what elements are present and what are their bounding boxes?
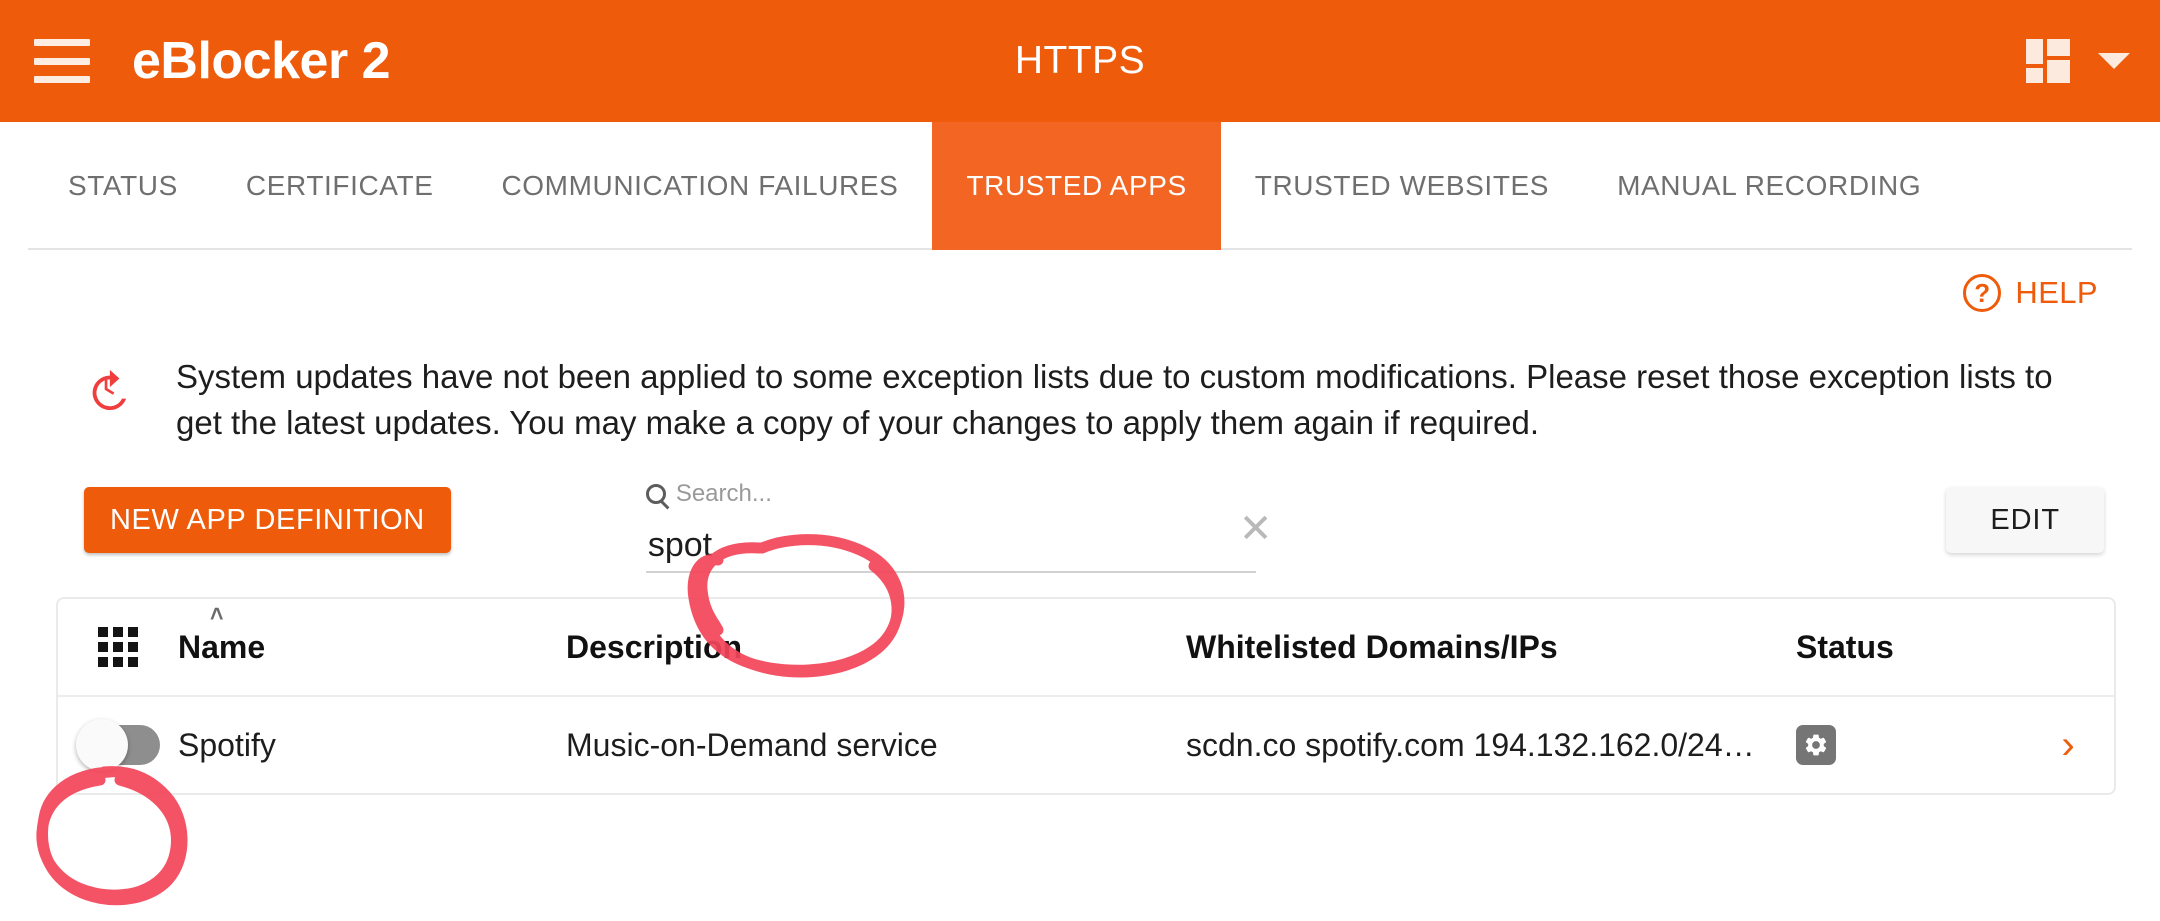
- new-app-definition-button[interactable]: NEW APP DEFINITION: [84, 487, 451, 554]
- table-header-row: ˄ Name Description Whitelisted Domains/I…: [58, 599, 2114, 695]
- row-detail-chevron[interactable]: ›: [2022, 725, 2114, 765]
- hamburger-bar: [34, 76, 90, 83]
- help-row: ? HELP: [0, 250, 2160, 312]
- tab-bar: STATUS CERTIFICATE COMMUNICATION FAILURE…: [0, 122, 2160, 250]
- app-bar: eBlocker 2 HTTPS: [0, 0, 2160, 122]
- gear-icon[interactable]: [1796, 725, 1836, 766]
- hamburger-bar: [34, 57, 90, 65]
- cell-name: Spotify: [178, 726, 276, 763]
- tab-manual-recording[interactable]: MANUAL RECORDING: [1583, 122, 1955, 250]
- cell-status: [1796, 725, 2022, 766]
- close-icon[interactable]: ✕: [1239, 509, 1273, 549]
- app-enable-toggle[interactable]: [76, 719, 160, 772]
- toolbar: NEW APP DEFINITION Search... ✕ EDIT: [0, 445, 2160, 585]
- chevron-down-icon[interactable]: [2098, 53, 2130, 69]
- column-header-domains[interactable]: Whitelisted Domains/IPs: [1186, 629, 1796, 666]
- hamburger-menu-icon[interactable]: [34, 39, 90, 83]
- grid-columns-icon[interactable]: [98, 627, 138, 668]
- column-header-name-label: Name: [178, 628, 266, 665]
- table-row[interactable]: Spotify Music-on-Demand service scdn.co …: [58, 695, 2114, 793]
- search-container: Search... ✕: [645, 479, 1272, 574]
- help-label: HELP: [2015, 275, 2098, 310]
- app-bar-actions: [2026, 39, 2130, 83]
- cell-description: Music-on-Demand service: [566, 726, 938, 763]
- update-history-icon: [84, 366, 130, 417]
- notice-text: System updates have not been applied to …: [176, 358, 2053, 441]
- hamburger-bar: [34, 39, 90, 46]
- search-input[interactable]: [645, 526, 1256, 572]
- search-label: Search...: [645, 479, 1256, 509]
- trusted-apps-table: ˄ Name Description Whitelisted Domains/I…: [56, 597, 2116, 796]
- dashboard-grid-icon[interactable]: [2026, 39, 2070, 83]
- chevron-right-icon: ›: [2061, 723, 2075, 768]
- search-label-text: Search...: [675, 480, 772, 508]
- edit-button[interactable]: EDIT: [1946, 487, 2104, 554]
- app-brand: eBlocker 2: [132, 32, 391, 90]
- tab-trusted-apps[interactable]: TRUSTED APPS: [932, 122, 1221, 250]
- search-icon: [645, 484, 666, 505]
- row-toggle-cell: [58, 719, 178, 772]
- toggle-knob: [76, 719, 128, 772]
- tab-certificate[interactable]: CERTIFICATE: [212, 122, 468, 250]
- tab-status[interactable]: STATUS: [34, 122, 212, 250]
- sort-ascending-icon: ˄: [210, 600, 224, 627]
- search-field[interactable]: [645, 515, 1256, 574]
- tab-communication-failures[interactable]: COMMUNICATION FAILURES: [467, 122, 932, 250]
- column-header-description[interactable]: Description: [566, 629, 1186, 666]
- cell-domains: scdn.co spotify.com 194.132.162.0/24…: [1186, 726, 1755, 763]
- tab-trusted-websites[interactable]: TRUSTED WEBSITES: [1221, 122, 1583, 250]
- help-link[interactable]: ? HELP: [1963, 274, 2098, 312]
- column-header-name[interactable]: ˄ Name: [178, 602, 566, 666]
- system-update-notice: System updates have not been applied to …: [0, 312, 2160, 445]
- column-selector-cell: [58, 627, 178, 668]
- question-mark-circle-icon: ?: [1963, 274, 2002, 312]
- column-header-status[interactable]: Status: [1796, 629, 2022, 666]
